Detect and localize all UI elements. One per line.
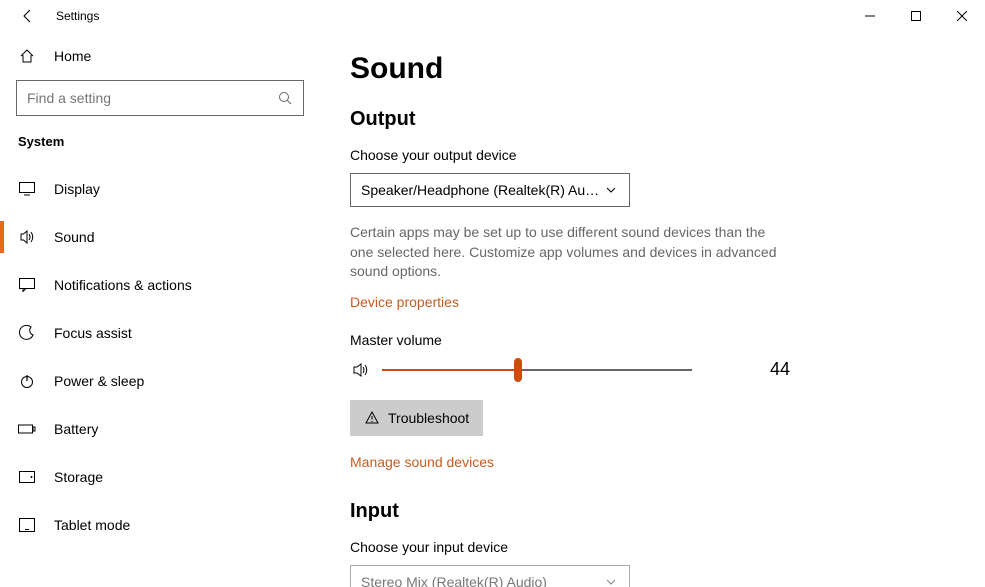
sidebar-home[interactable]: Home bbox=[0, 32, 320, 80]
troubleshoot-label: Troubleshoot bbox=[388, 410, 469, 426]
minimize-button[interactable] bbox=[847, 0, 893, 32]
maximize-icon bbox=[911, 11, 921, 21]
input-device-label: Choose your input device bbox=[350, 539, 955, 555]
sound-icon bbox=[18, 229, 36, 245]
arrow-left-icon bbox=[20, 8, 36, 24]
focus-icon bbox=[18, 325, 36, 341]
sidebar-category: System bbox=[0, 134, 320, 149]
master-volume-slider[interactable] bbox=[382, 358, 692, 382]
home-icon bbox=[18, 48, 36, 64]
sidebar-item-label: Notifications & actions bbox=[54, 277, 192, 293]
page-title: Sound bbox=[350, 52, 955, 86]
sidebar-item-label: Sound bbox=[54, 229, 94, 245]
sidebar-item-focus[interactable]: Focus assist bbox=[0, 309, 320, 357]
sidebar-item-sound[interactable]: Sound bbox=[0, 213, 320, 261]
minimize-icon bbox=[865, 11, 875, 21]
troubleshoot-button[interactable]: Troubleshoot bbox=[350, 400, 483, 436]
warning-icon bbox=[364, 411, 380, 425]
sidebar-item-display[interactable]: Display bbox=[0, 165, 320, 213]
power-icon bbox=[18, 373, 36, 389]
output-device-dropdown[interactable]: Speaker/Headphone (Realtek(R) Aud... bbox=[350, 173, 630, 207]
input-device-dropdown[interactable]: Stereo Mix (Realtek(R) Audio) bbox=[350, 565, 630, 587]
search-icon bbox=[277, 90, 293, 106]
tablet-icon bbox=[18, 518, 36, 532]
output-heading: Output bbox=[350, 108, 955, 131]
sidebar-item-power[interactable]: Power & sleep bbox=[0, 357, 320, 405]
display-icon bbox=[18, 182, 36, 196]
input-device-selected: Stereo Mix (Realtek(R) Audio) bbox=[361, 574, 603, 587]
sidebar-item-label: Tablet mode bbox=[54, 517, 130, 533]
search-input[interactable] bbox=[27, 90, 277, 106]
titlebar: Settings bbox=[0, 0, 985, 32]
sidebar-home-label: Home bbox=[54, 48, 91, 64]
input-heading: Input bbox=[350, 500, 955, 523]
sidebar-item-storage[interactable]: Storage bbox=[0, 453, 320, 501]
sidebar-item-label: Power & sleep bbox=[54, 373, 144, 389]
sidebar-item-label: Battery bbox=[54, 421, 98, 437]
sidebar-item-label: Focus assist bbox=[54, 325, 132, 341]
output-description: Certain apps may be set up to use differ… bbox=[350, 223, 790, 282]
close-icon bbox=[957, 11, 967, 21]
search-box[interactable] bbox=[16, 80, 304, 116]
master-volume-value: 44 bbox=[742, 359, 790, 380]
output-device-label: Choose your output device bbox=[350, 147, 955, 163]
sidebar-item-notifications[interactable]: Notifications & actions bbox=[0, 261, 320, 309]
sidebar-item-tablet[interactable]: Tablet mode bbox=[0, 501, 320, 549]
manage-sound-link[interactable]: Manage sound devices bbox=[350, 454, 494, 470]
speaker-icon[interactable] bbox=[350, 361, 372, 379]
storage-icon bbox=[18, 471, 36, 483]
device-properties-link[interactable]: Device properties bbox=[350, 294, 459, 310]
content-area: Sound Output Choose your output device S… bbox=[320, 32, 985, 587]
chevron-down-icon bbox=[603, 184, 619, 196]
maximize-button[interactable] bbox=[893, 0, 939, 32]
chevron-down-icon bbox=[603, 576, 619, 587]
back-button[interactable] bbox=[8, 0, 48, 32]
sidebar-item-battery[interactable]: Battery bbox=[0, 405, 320, 453]
window-title: Settings bbox=[56, 9, 99, 23]
master-volume-label: Master volume bbox=[350, 332, 955, 348]
sidebar-item-label: Display bbox=[54, 181, 100, 197]
close-button[interactable] bbox=[939, 0, 985, 32]
battery-icon bbox=[18, 423, 36, 435]
notifications-icon bbox=[18, 278, 36, 292]
sidebar-item-label: Storage bbox=[54, 469, 103, 485]
sidebar: Home System Display Sound Notifications & … bbox=[0, 32, 320, 587]
output-device-selected: Speaker/Headphone (Realtek(R) Aud... bbox=[361, 182, 603, 198]
